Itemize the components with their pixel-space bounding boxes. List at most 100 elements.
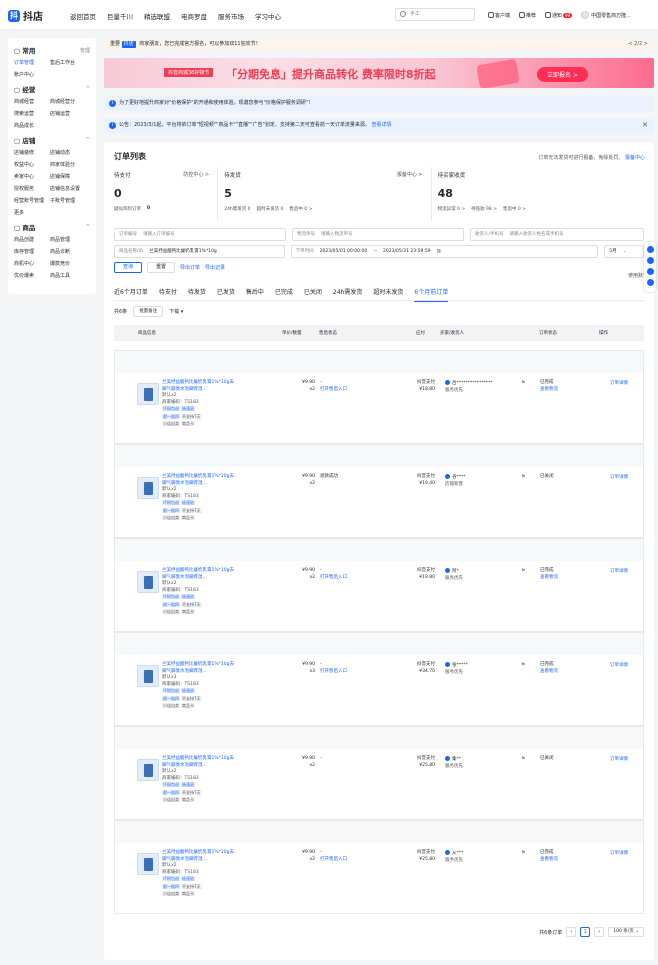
sidebar-item[interactable]: 爆款竞价 — [50, 260, 86, 267]
stat-sub[interactable]: 24h需发货 0 — [224, 206, 250, 212]
manage-link[interactable]: 管理 — [80, 47, 90, 54]
flag-icon[interactable]: ⚑ — [521, 380, 525, 386]
risk-center-link[interactable]: 防控中心 > — [183, 171, 209, 178]
view-logistics-link[interactable]: 查看物流 — [540, 857, 558, 864]
stat-sub-value[interactable]: 0 — [147, 206, 150, 212]
batch-remark-button[interactable]: 批量备注 — [133, 306, 164, 317]
flag-icon[interactable]: ⚑ — [521, 756, 525, 762]
tab-aftersale[interactable]: 售后中 — [246, 287, 264, 301]
stat-value[interactable]: 5 — [224, 187, 430, 200]
product-name-link[interactable]: 兰美抒益酸钙比屡奶乳膏1%*10g去脚气脚臭水泡脚痒湿... — [162, 756, 234, 769]
sidebar-item[interactable]: 权益中心 — [14, 161, 50, 168]
nav-compass[interactable]: 电商罗盘 — [181, 11, 207, 21]
stat-sub[interactable]: 待揽收 98 > — [471, 206, 497, 212]
query-button[interactable]: 查询 — [114, 262, 143, 273]
sidebar-item[interactable]: 库存管理 — [14, 248, 50, 255]
stat-sub[interactable]: 售后中 0 > — [289, 206, 312, 212]
next-page-button[interactable]: › — [594, 927, 605, 937]
order-details-link[interactable]: 订单详情 — [610, 756, 628, 762]
sidebar-item[interactable]: 商品管理 — [50, 236, 86, 243]
flag-icon[interactable]: ⚑ — [521, 474, 525, 480]
notification-button[interactable]: 通知 99 — [545, 12, 573, 19]
shop-switcher[interactable]: 中国零售商万隆... — [581, 11, 631, 19]
flag-icon[interactable]: ⚑ — [521, 850, 525, 856]
buyer-name[interactable]: 从*** — [452, 851, 463, 856]
collapse-icon[interactable]: ^ — [86, 137, 90, 143]
view-logistics-link[interactable]: 查看物流 — [540, 575, 558, 582]
order-details-link[interactable]: 订单详情 — [610, 850, 628, 856]
feedback-icon[interactable] — [646, 268, 654, 275]
sidebar-item[interactable]: 子账号管理 — [50, 197, 86, 204]
assistant-icon[interactable] — [646, 246, 654, 253]
tab-pending-payment[interactable]: 待支付 — [159, 287, 177, 301]
tab-completed[interactable]: 已完成 — [275, 287, 293, 301]
client-button[interactable]: 客户端 — [488, 12, 510, 19]
open-aftersale-link[interactable]: 打开售后入口 — [320, 387, 347, 394]
page-size-select[interactable]: 100 条/页 ⌄ — [608, 927, 644, 937]
product-thumbnail[interactable] — [137, 665, 159, 687]
tracking-number-field[interactable]: 物流单号 请输入物流单号 — [292, 228, 464, 241]
section-title[interactable]: ▢ 经营 — [14, 84, 35, 94]
help-icon[interactable] — [646, 257, 654, 264]
sidebar-item[interactable]: 店铺信息设置 — [50, 185, 86, 192]
view-logistics-link[interactable]: 查看物流 — [540, 387, 558, 394]
report-button[interactable]: 推荐 — [519, 12, 536, 19]
nav-alliance[interactable]: 精选联盟 — [144, 11, 170, 21]
order-details-link[interactable]: 订单详情 — [610, 568, 628, 574]
sidebar-item[interactable]: 店铺保障 — [50, 173, 86, 180]
sidebar-item-aftersale[interactable]: 售后工作台 — [50, 59, 86, 66]
collapse-icon[interactable]: ^ — [86, 86, 90, 92]
page-number[interactable]: 1 — [580, 927, 591, 937]
nav-home[interactable]: 返回首页 — [70, 11, 96, 21]
order-details-link[interactable]: 订单详情 — [610, 380, 628, 386]
sidebar-item[interactable]: 商家体验分 — [50, 161, 86, 168]
sidebar-item-account[interactable]: 账户中心 — [14, 71, 50, 78]
export-records-link[interactable]: 导出记录 — [205, 264, 225, 271]
sidebar-item[interactable]: 商品诊断 — [50, 248, 86, 255]
section-title[interactable]: ▢ 店铺 — [14, 135, 35, 145]
tab-24h-ship[interactable]: 24h需发货 — [333, 287, 362, 301]
sidebar-item[interactable]: 商城经营分 — [50, 98, 86, 105]
report-center-link[interactable]: 报备中心 — [625, 155, 645, 161]
sidebar-item[interactable]: 卖家中心 — [14, 173, 50, 180]
buyer-name[interactable]: 秦** — [452, 757, 461, 762]
order-details-link[interactable]: 订单详情 — [610, 662, 628, 668]
order-details-link[interactable]: 订单详情 — [610, 474, 628, 480]
search-input[interactable]: 手工 — [395, 8, 475, 21]
reset-button[interactable]: 重置 — [147, 262, 176, 273]
order-number-field[interactable]: 订单编号 请输入订单编号 — [114, 228, 286, 241]
stat-value[interactable]: 0 — [114, 187, 217, 200]
sidebar-item[interactable]: 搜索运营 — [14, 110, 50, 117]
section-title[interactable]: ▢ 商品 — [14, 222, 35, 232]
app-logo[interactable]: 抖 抖店 — [8, 8, 43, 23]
sidebar-item[interactable]: 店铺动态 — [50, 149, 86, 156]
nav-service-market[interactable]: 服务市场 — [218, 11, 244, 21]
open-aftersale-link[interactable]: 打开售后入口 — [320, 575, 347, 582]
tab-pending-shipment[interactable]: 待发货 — [188, 287, 206, 301]
month-select[interactable]: 5月 ⌄ — [604, 245, 645, 258]
product-thumbnail[interactable] — [137, 383, 159, 405]
product-thumbnail[interactable] — [137, 477, 159, 499]
sidebar-item[interactable]: 商品创建 — [14, 236, 50, 243]
sidebar-item[interactable]: 店铺装修 — [14, 149, 50, 156]
tab-overdue[interactable]: 超时未发货 — [373, 287, 403, 301]
sidebar-item[interactable]: 经营账号管理 — [14, 197, 50, 204]
tab-shipped[interactable]: 已发货 — [217, 287, 235, 301]
download-dropdown[interactable]: 下载 ▾ — [169, 308, 183, 315]
product-name-link[interactable]: 兰美抒益酸钙比屡奶乳膏1%*10g去脚气脚臭水泡脚痒湿... — [162, 568, 234, 581]
sidebar-item[interactable]: 商城经营 — [14, 98, 50, 105]
order-time-range[interactable]: 下单时间 2023/05/01 00:00:00 → 2023/05/31 23:59… — [290, 245, 599, 258]
report-center-link[interactable]: 报备中心 > — [397, 171, 423, 178]
nav-learning[interactable]: 学习中心 — [255, 11, 281, 21]
promo-banner[interactable]: 抖音商城38好物节 「分期免息」提升商品转化 费率限时8折起 立即报名 > — [104, 58, 654, 88]
close-icon[interactable]: ✕ — [642, 118, 648, 133]
section-title[interactable]: ▢ 常用 — [14, 45, 35, 55]
notice-pager[interactable]: < 2/2 > — [628, 38, 648, 50]
product-name-field[interactable]: 商品名称/ID 兰美抒益酸钙比屡奶乳膏1%*10g — [114, 245, 285, 258]
open-aftersale-link[interactable]: 打开售后入口 — [320, 669, 347, 676]
nav-qianchuan[interactable]: 巨量千川 — [107, 11, 133, 21]
view-logistics-link[interactable]: 查看物流 — [540, 669, 558, 676]
sidebar-item-order-management[interactable]: 订单管理 — [14, 59, 50, 66]
product-thumbnail[interactable] — [137, 571, 159, 593]
product-name-link[interactable]: 兰美抒益酸钙比屡奶乳膏1%*10g去脚气脚臭水泡脚痒湿... — [162, 380, 234, 393]
